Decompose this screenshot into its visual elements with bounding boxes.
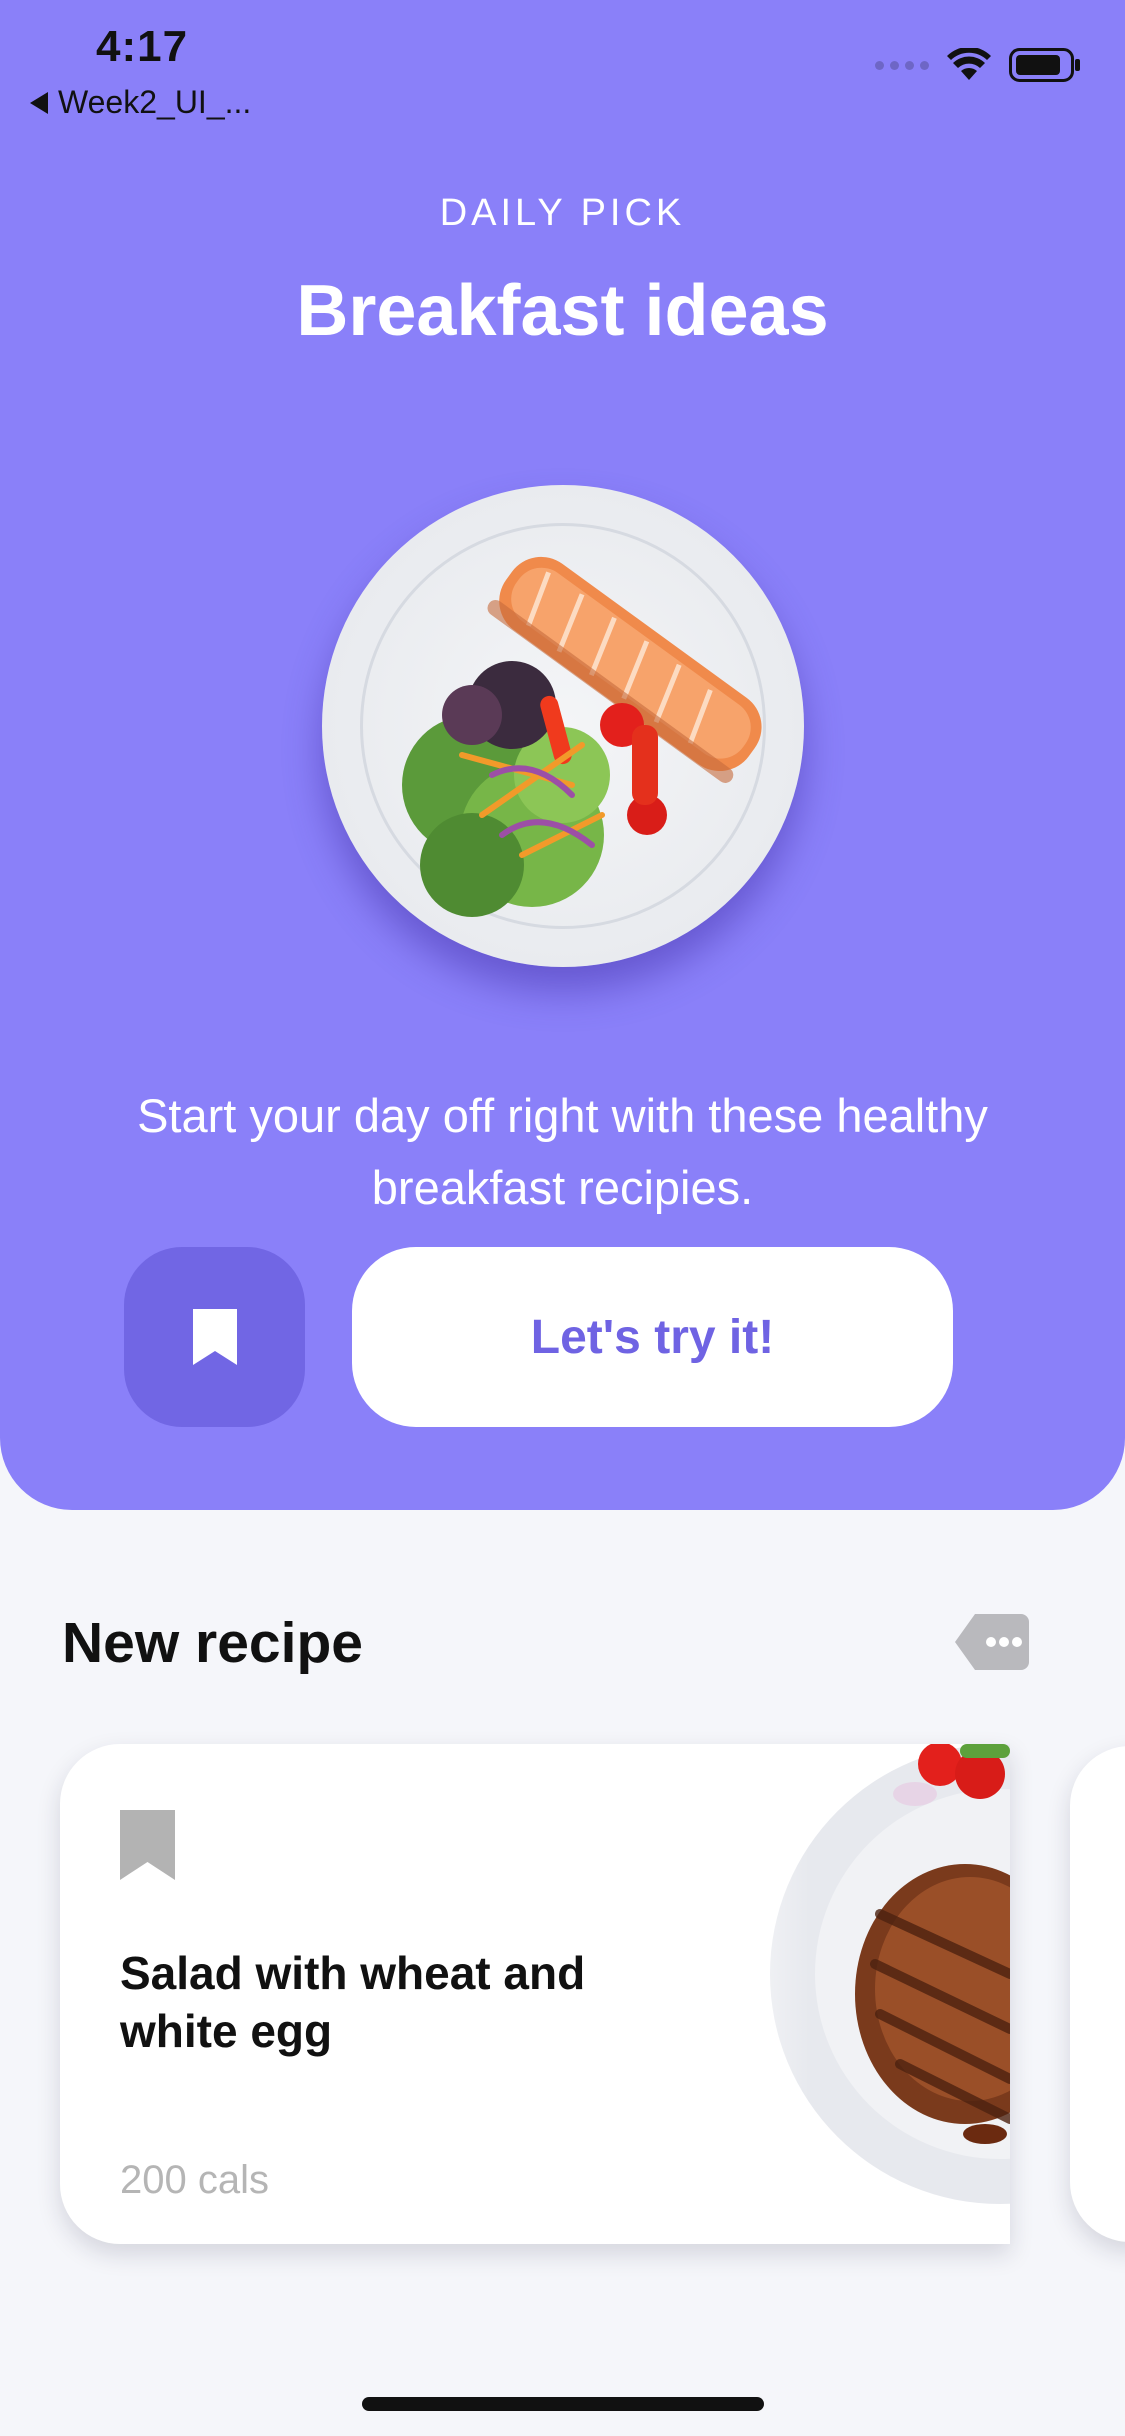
next-recipe-card[interactable] (1070, 1746, 1125, 2242)
cellular-signal-icon (875, 60, 929, 70)
recipe-calories: 200 cals (120, 2158, 269, 2202)
new-recipe-title: New recipe (62, 1611, 363, 1675)
screen: 4:17 Week2_UI_... DAILY PICK Breakfast i… (0, 0, 1125, 2436)
hero-description: Start your day off right with these heal… (137, 1089, 988, 1214)
recipe-card[interactable]: Salad with wheat and white egg 200 cals (60, 1744, 1010, 2244)
lets-try-it-button[interactable]: Let's try it! (352, 1247, 953, 1427)
back-to-app-button[interactable]: Week2_UI_... (30, 84, 251, 121)
home-indicator[interactable] (362, 2397, 764, 2411)
battery-icon (1009, 48, 1080, 82)
hero-title: Breakfast ideas (296, 271, 829, 351)
recipe-title: Salad with wheat and white egg (120, 1947, 586, 2057)
salmon-salad-plate-image (322, 485, 804, 967)
status-time: 4:17 (96, 22, 189, 71)
bookmark-icon (192, 1309, 237, 1365)
back-app-label: Week2_UI_... (58, 84, 252, 120)
daily-pick-hero: 4:17 Week2_UI_... DAILY PICK Breakfast i… (0, 0, 1125, 1510)
hero-kicker: DAILY PICK (439, 192, 686, 234)
wifi-icon (947, 48, 991, 80)
status-indicators (875, 48, 1081, 82)
back-arrow-icon (30, 91, 48, 114)
card-bookmark-icon[interactable] (120, 1810, 175, 1880)
tag-more-icon[interactable] (955, 1614, 1029, 1670)
grilled-steak-plate-image (690, 1744, 1010, 2244)
save-bookmark-button[interactable] (124, 1247, 305, 1427)
